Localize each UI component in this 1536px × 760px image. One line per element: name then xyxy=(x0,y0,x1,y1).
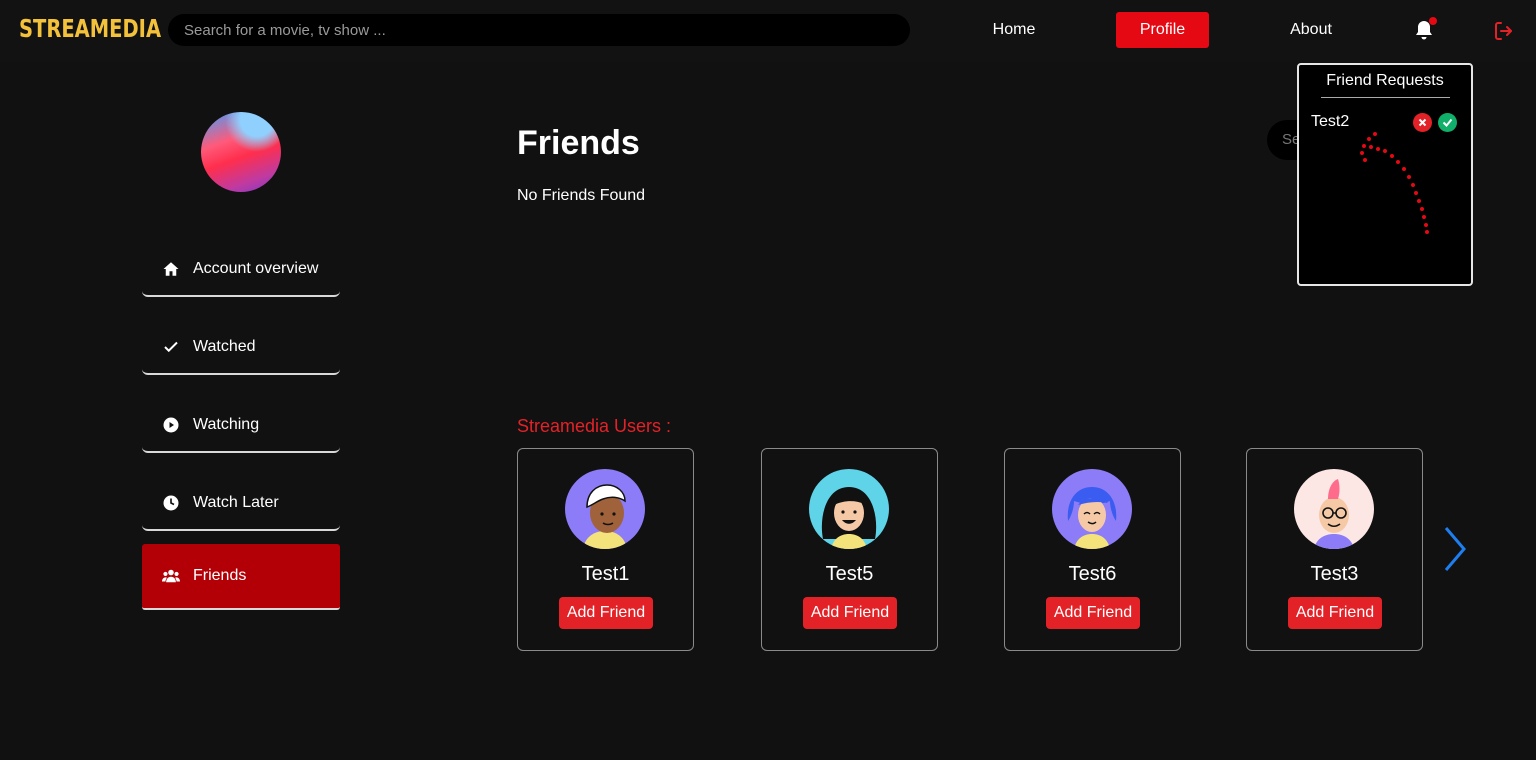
user-name: Test1 xyxy=(581,563,630,585)
notification-dot xyxy=(1429,17,1437,25)
user-card: Test3 Add Friend xyxy=(1246,448,1423,651)
sidebar-item-label: Watch Later xyxy=(193,494,279,511)
add-friend-button[interactable]: Add Friend xyxy=(1046,597,1140,629)
user-avatar xyxy=(1052,469,1132,549)
sidebar-item-label: Watched xyxy=(193,338,256,355)
play-circle-icon xyxy=(162,416,180,434)
top-navbar: STREAMEDIA Home Profile About xyxy=(0,0,1536,62)
nav-profile-link[interactable]: Profile xyxy=(1116,12,1209,48)
users-section-label: Streamedia Users : xyxy=(517,416,672,436)
add-friend-button[interactable]: Add Friend xyxy=(1288,597,1382,629)
sidebar-item-account-overview[interactable]: Account overview xyxy=(142,243,340,297)
brand-logo[interactable]: STREAMEDIA xyxy=(19,14,161,43)
user-card: Test5 Add Friend xyxy=(761,448,938,651)
page-title: Friends xyxy=(517,124,640,162)
search-input[interactable] xyxy=(168,14,910,46)
logout-icon[interactable] xyxy=(1492,19,1516,43)
user-avatar xyxy=(565,469,645,549)
check-icon xyxy=(162,338,180,356)
user-card: Test6 Add Friend xyxy=(1004,448,1181,651)
empty-friends-message: No Friends Found xyxy=(517,187,646,204)
add-friend-button[interactable]: Add Friend xyxy=(559,597,653,629)
pointer-annotation xyxy=(1360,132,1429,234)
home-icon xyxy=(162,260,180,278)
user-name: Test6 xyxy=(1068,563,1117,585)
sidebar-item-friends[interactable]: Friends xyxy=(142,544,340,610)
sidebar-item-label: Friends xyxy=(193,567,247,584)
add-friend-button[interactable]: Add Friend xyxy=(803,597,897,629)
users-icon xyxy=(162,567,180,585)
carousel-next-arrow[interactable] xyxy=(1440,524,1470,574)
clock-icon xyxy=(162,494,180,512)
user-name: Test3 xyxy=(1310,563,1359,585)
user-avatar xyxy=(1294,469,1374,549)
nav-about-link[interactable]: About xyxy=(1276,12,1346,48)
nav-home-link[interactable]: Home xyxy=(978,12,1050,48)
sidebar-item-watched[interactable]: Watched xyxy=(142,321,340,375)
sidebar-item-watching[interactable]: Watching xyxy=(142,399,340,453)
divider xyxy=(1321,97,1450,98)
user-name: Test5 xyxy=(825,563,874,585)
user-card: Test1 Add Friend xyxy=(517,448,694,651)
sidebar-item-label: Account overview xyxy=(193,260,319,277)
sidebar-item-watch-later[interactable]: Watch Later xyxy=(142,477,340,531)
user-avatar xyxy=(809,469,889,549)
sidebar-item-label: Watching xyxy=(193,416,260,433)
profile-avatar[interactable] xyxy=(201,112,281,192)
friend-requests-title: Friend Requests xyxy=(1326,72,1444,89)
